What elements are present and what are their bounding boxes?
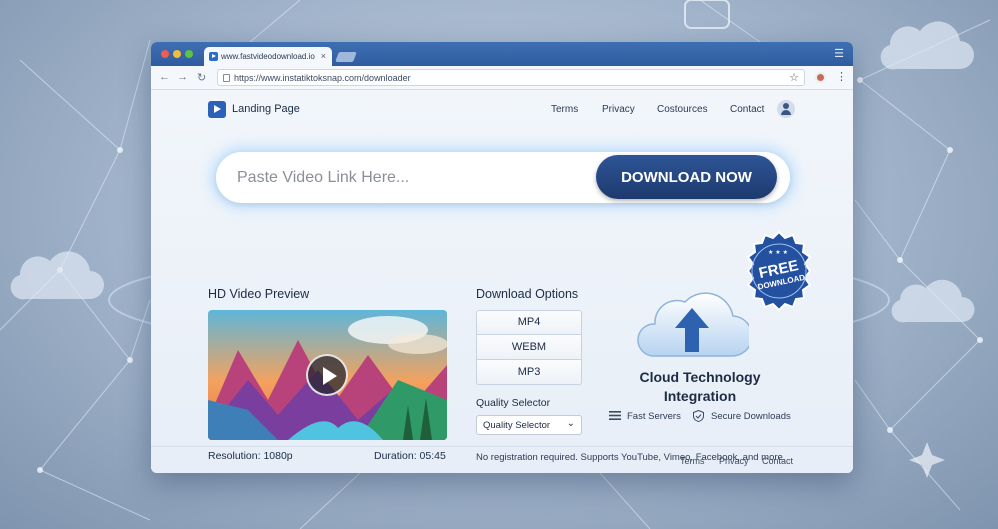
cloud-title-line1: Cloud Technology <box>639 369 761 385</box>
shield-check-icon <box>693 410 704 422</box>
quality-select[interactable]: Quality Selector ⌄ <box>476 415 582 435</box>
preview-title: HD Video Preview <box>208 287 310 301</box>
cloud-title-line2: Integration <box>663 388 737 404</box>
url-text: https://www.instatiktoksnap.com/download… <box>234 73 411 83</box>
user-avatar-icon[interactable] <box>777 100 795 118</box>
minimize-window-dot[interactable] <box>173 50 181 58</box>
cloud-upload-icon <box>637 292 749 357</box>
video-link-input[interactable] <box>216 152 616 203</box>
page-info-icon[interactable] <box>223 74 230 82</box>
new-tab-button[interactable] <box>335 52 357 62</box>
cloud-title: Cloud Technology Integration <box>621 368 779 406</box>
format-option-mp4[interactable]: MP4 <box>476 310 582 335</box>
page-content: Landing Page Terms Privacy Costources Co… <box>151 90 853 473</box>
footer-link-terms[interactable]: Terms <box>680 456 705 466</box>
quality-title: Quality Selector <box>476 397 551 409</box>
feature-fast-servers: Fast Servers <box>627 411 681 422</box>
page-footer: Terms Privacy Contact <box>151 446 853 473</box>
play-favicon-icon <box>209 52 218 61</box>
nav-link-contact[interactable]: Contact <box>730 104 764 115</box>
maximize-window-dot[interactable] <box>185 50 193 58</box>
forward-arrow-icon[interactable]: → <box>177 71 188 83</box>
download-options-title: Download Options <box>476 287 579 301</box>
footer-link-privacy[interactable]: Privacy <box>719 456 749 466</box>
play-button-icon[interactable] <box>306 354 348 396</box>
feature-secure-downloads: Secure Downloads <box>711 411 791 422</box>
logo-text[interactable]: Landing Page <box>232 103 300 115</box>
close-icon[interactable]: × <box>321 51 326 61</box>
free-download-badge: ★ ★ ★ FREE DOWNLOAD <box>746 230 812 312</box>
search-bar: DOWNLOAD NOW <box>216 152 790 203</box>
nav-link-costources[interactable]: Costources <box>657 104 708 115</box>
nav-link-privacy[interactable]: Privacy <box>602 104 635 115</box>
close-window-dot[interactable] <box>161 50 169 58</box>
play-logo-icon <box>208 101 226 118</box>
browser-tab[interactable]: www.fastvideodownload.io × <box>204 47 332 66</box>
server-list-icon <box>609 411 621 420</box>
address-bar[interactable]: https://www.instatiktoksnap.com/download… <box>217 69 805 86</box>
quality-select-value: Quality Selector <box>483 420 551 431</box>
reload-icon[interactable]: ↻ <box>197 71 206 84</box>
format-list: MP4 WEBM MP3 <box>476 310 582 385</box>
back-arrow-icon[interactable]: ← <box>159 71 170 83</box>
svg-text:★ ★ ★: ★ ★ ★ <box>768 249 788 256</box>
nav-link-terms[interactable]: Terms <box>551 104 578 115</box>
tab-title: www.fastvideodownload.io <box>221 52 315 61</box>
video-preview[interactable] <box>208 310 447 440</box>
extension-icon[interactable] <box>815 72 826 83</box>
kebab-menu-icon[interactable]: ⋮ <box>836 70 847 83</box>
download-now-button[interactable]: DOWNLOAD NOW <box>596 155 777 199</box>
window-menu-icon[interactable]: ☰ <box>834 47 844 60</box>
bookmark-star-icon[interactable]: ☆ <box>789 71 799 84</box>
browser-toolbar: ← → ↻ https://www.instatiktoksnap.com/do… <box>151 66 853 90</box>
format-option-mp3[interactable]: MP3 <box>476 360 582 385</box>
footer-link-contact[interactable]: Contact <box>762 456 793 466</box>
browser-window: www.fastvideodownload.io × ☰ ← → ↻ https… <box>151 42 853 473</box>
chevron-down-icon: ⌄ <box>566 418 575 429</box>
format-option-webm[interactable]: WEBM <box>476 335 582 360</box>
browser-titlebar: www.fastvideodownload.io × ☰ <box>151 42 853 66</box>
